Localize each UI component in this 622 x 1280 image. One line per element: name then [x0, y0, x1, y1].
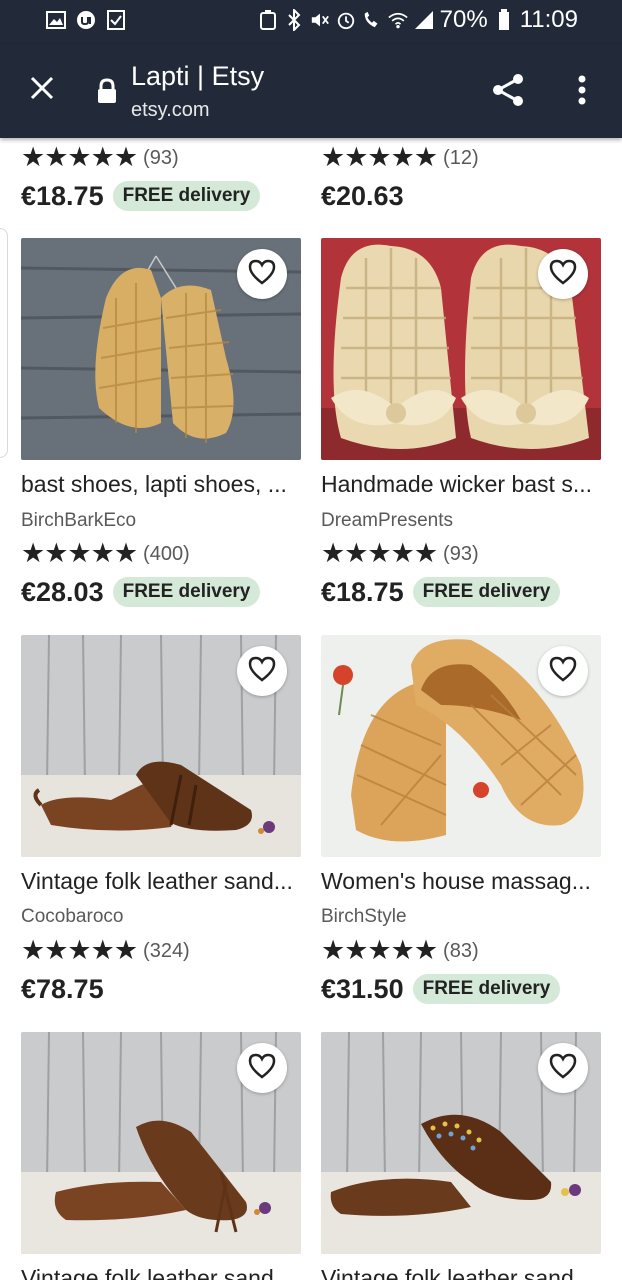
listing-title[interactable]: bast shoes, lapti shoes, ...: [21, 470, 303, 498]
heart-outline-icon: [549, 656, 577, 687]
share-button[interactable]: [486, 70, 530, 114]
rating: ★★★★★ (12): [321, 142, 479, 173]
task-check-icon: [106, 10, 126, 30]
price-row: €18.75 FREE delivery: [21, 179, 261, 213]
heart-outline-icon: [248, 259, 276, 290]
share-icon: [491, 73, 525, 112]
close-button[interactable]: [20, 68, 64, 112]
listing-title[interactable]: Women's house massag...: [321, 867, 603, 895]
wifi-call-icon: [362, 9, 382, 31]
more-vert-icon: [578, 75, 586, 110]
edge-panel-handle[interactable]: [0, 228, 8, 458]
price: €18.75: [321, 577, 404, 607]
rating: ★★★★★ (93): [21, 142, 179, 173]
price-row: €28.03 FREE delivery: [21, 575, 261, 609]
price: €18.75: [21, 181, 104, 211]
heart-outline-icon: [248, 656, 276, 687]
star-rating-icon: ★★★★★: [21, 142, 138, 173]
review-count: (83): [443, 940, 479, 962]
favorite-button[interactable]: [237, 249, 287, 299]
price-row: €20.63: [321, 179, 404, 213]
shop-name[interactable]: BirchBarkEco: [21, 509, 136, 533]
wifi-icon: [387, 9, 408, 31]
system-indicators: 70% 11:09: [258, 6, 578, 34]
signal-icon: [414, 9, 434, 31]
price: €31.50: [321, 974, 404, 1004]
favorite-button[interactable]: [237, 646, 287, 696]
app-u-icon: [76, 10, 96, 30]
free-delivery-badge: FREE delivery: [112, 181, 261, 211]
listing-title[interactable]: Vintage folk leather sand...: [21, 867, 303, 895]
custom-tab-toolbar: Lapti | Etsy etsy.com: [0, 44, 622, 138]
page-title[interactable]: Lapti | Etsy: [131, 60, 264, 92]
rating: ★★★★★ (83): [321, 935, 479, 966]
price-row: €31.50 FREE delivery: [321, 972, 561, 1006]
bluetooth-icon: [284, 9, 304, 31]
review-count: (93): [443, 543, 479, 565]
listing-title[interactable]: Handmade wicker bast s...: [321, 470, 603, 498]
price: €28.03: [21, 577, 104, 607]
review-count: (12): [443, 147, 479, 169]
price: €20.63: [321, 181, 404, 211]
battery-percent: 70%: [439, 6, 488, 33]
shop-name[interactable]: BirchStyle: [321, 905, 407, 929]
review-count: (400): [143, 543, 190, 565]
star-rating-icon: ★★★★★: [321, 142, 438, 173]
page-url[interactable]: etsy.com: [131, 98, 210, 122]
favorite-button[interactable]: [538, 249, 588, 299]
status-bar: 70% 11:09: [0, 0, 622, 44]
notification-icons: [46, 10, 126, 30]
shop-name[interactable]: DreamPresents: [321, 509, 453, 533]
star-rating-icon: ★★★★★: [321, 538, 438, 569]
price: €78.75: [21, 974, 104, 1004]
mute-icon: [310, 9, 330, 31]
price-row: €78.75: [21, 972, 104, 1006]
shop-name[interactable]: Cocobaroco: [21, 905, 123, 929]
alarm-icon: [336, 9, 356, 31]
price-row: €18.75 FREE delivery: [321, 575, 561, 609]
favorite-button[interactable]: [237, 1043, 287, 1093]
gallery-icon: [46, 10, 66, 30]
star-rating-icon: ★★★★★: [21, 538, 138, 569]
heart-outline-icon: [248, 1053, 276, 1084]
free-delivery-badge: FREE delivery: [112, 577, 261, 607]
recycle-icon: [258, 9, 278, 31]
heart-outline-icon: [549, 259, 577, 290]
favorite-button[interactable]: [538, 1043, 588, 1093]
rating: ★★★★★ (93): [321, 538, 479, 569]
listing-grid[interactable]: ★★★★★ (93) €18.75 FREE delivery ★★★★★ (1…: [0, 138, 622, 1280]
listing-title[interactable]: Vintage folk leather sand...: [21, 1264, 303, 1280]
listing-title[interactable]: Vintage folk leather sand...: [321, 1264, 603, 1280]
clock: 11:09: [519, 6, 578, 33]
rating: ★★★★★ (400): [21, 538, 190, 569]
more-options-button[interactable]: [562, 70, 602, 114]
lock-icon: [96, 78, 118, 104]
review-count: (93): [143, 147, 179, 169]
star-rating-icon: ★★★★★: [321, 935, 438, 966]
free-delivery-badge: FREE delivery: [412, 974, 561, 1004]
close-icon: [29, 75, 55, 106]
review-count: (324): [143, 940, 190, 962]
battery-icon: [494, 9, 514, 31]
rating: ★★★★★ (324): [21, 935, 190, 966]
favorite-button[interactable]: [538, 646, 588, 696]
heart-outline-icon: [549, 1053, 577, 1084]
free-delivery-badge: FREE delivery: [412, 577, 561, 607]
star-rating-icon: ★★★★★: [21, 935, 138, 966]
